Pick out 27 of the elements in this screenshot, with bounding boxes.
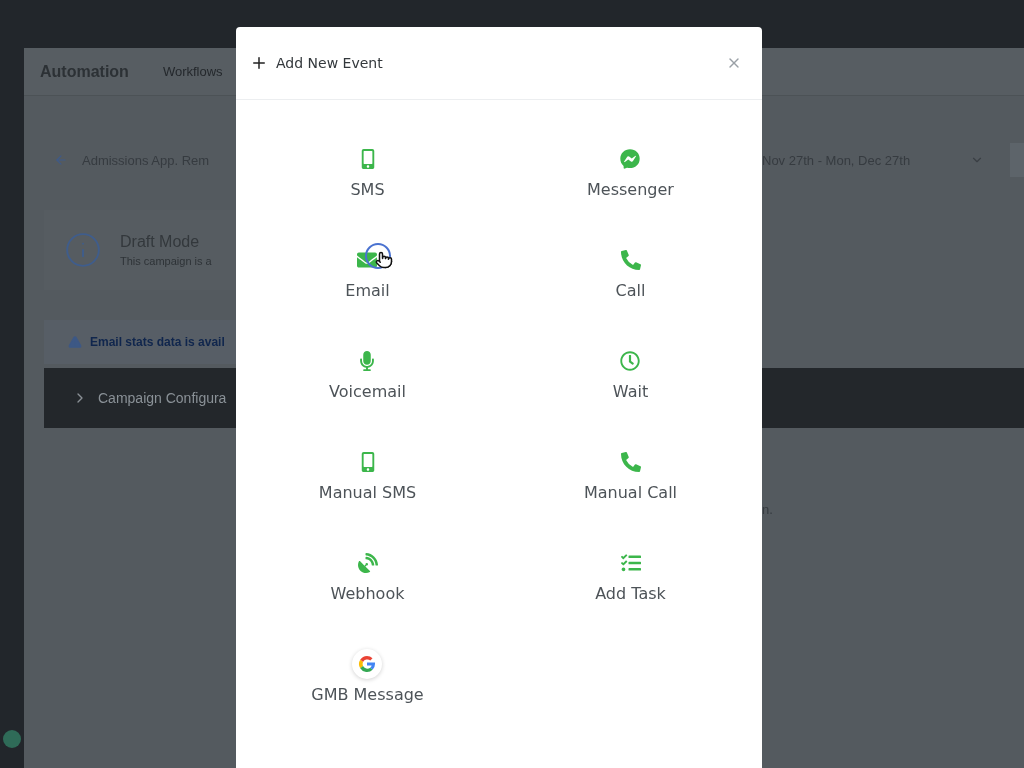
event-option[interactable]: Wait [606, 344, 655, 405]
event-option[interactable]: Webhook [324, 546, 411, 607]
pointer-icon [375, 251, 394, 269]
info-icon [64, 231, 102, 269]
google-icon [352, 649, 383, 679]
chat-bubble-icon [620, 149, 641, 169]
chat-launcher-icon[interactable] [3, 730, 21, 748]
checklist-icon [620, 553, 641, 573]
event-option[interactable]: Call [609, 243, 652, 304]
event-option[interactable]: Voicemail [323, 344, 412, 405]
event-option[interactable]: Add Task [589, 546, 672, 607]
alert-text: Email stats data is avail [90, 335, 225, 349]
event-option[interactable]: SMS [344, 142, 391, 203]
event-option[interactable]: Messenger [581, 142, 680, 203]
warning-icon [68, 335, 82, 349]
envelope-icon [357, 250, 378, 270]
dialog-title: Add New Event [276, 55, 384, 71]
section-title: Campaign Configura [98, 390, 227, 406]
satellite-dish-icon [357, 553, 378, 573]
event-option[interactable]: Email [339, 243, 396, 304]
clock-icon [620, 351, 641, 371]
event-option[interactable]: Manual SMS [312, 445, 423, 506]
plus-icon [250, 54, 268, 72]
event-option[interactable]: Manual Call [577, 445, 684, 506]
phone-handset-icon [620, 452, 641, 472]
phone-handset-icon [620, 250, 641, 270]
event-option[interactable]: GMB Message [305, 647, 430, 708]
